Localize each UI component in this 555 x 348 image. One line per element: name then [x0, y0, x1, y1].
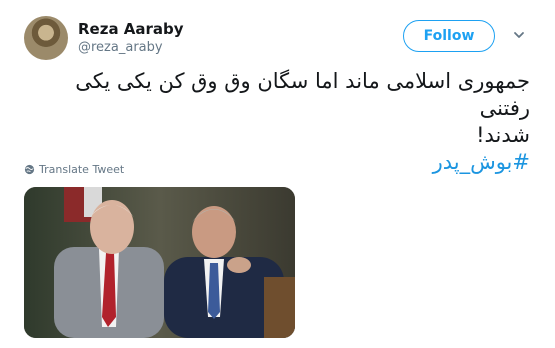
tweet-line-2: شدند!: [476, 123, 530, 147]
chevron-down-icon[interactable]: [512, 28, 526, 42]
user-name[interactable]: Reza Aaraby: [78, 20, 184, 38]
user-handle[interactable]: @reza_araby: [78, 40, 163, 55]
tweet-line-1: جمهوری اسلامی ماند اما سگان وق وق کن یکی…: [75, 69, 530, 120]
avatar[interactable]: [24, 16, 68, 60]
translate-label: Translate Tweet: [39, 163, 125, 176]
follow-button[interactable]: Follow: [403, 20, 495, 52]
translate-tweet[interactable]: Translate Tweet: [24, 163, 124, 176]
tweet-text: جمهوری اسلامی ماند اما سگان وق وق کن یکی…: [24, 68, 530, 176]
tweet-photo[interactable]: [24, 187, 295, 338]
photo-image: [24, 187, 295, 338]
globe-icon: [24, 164, 35, 175]
